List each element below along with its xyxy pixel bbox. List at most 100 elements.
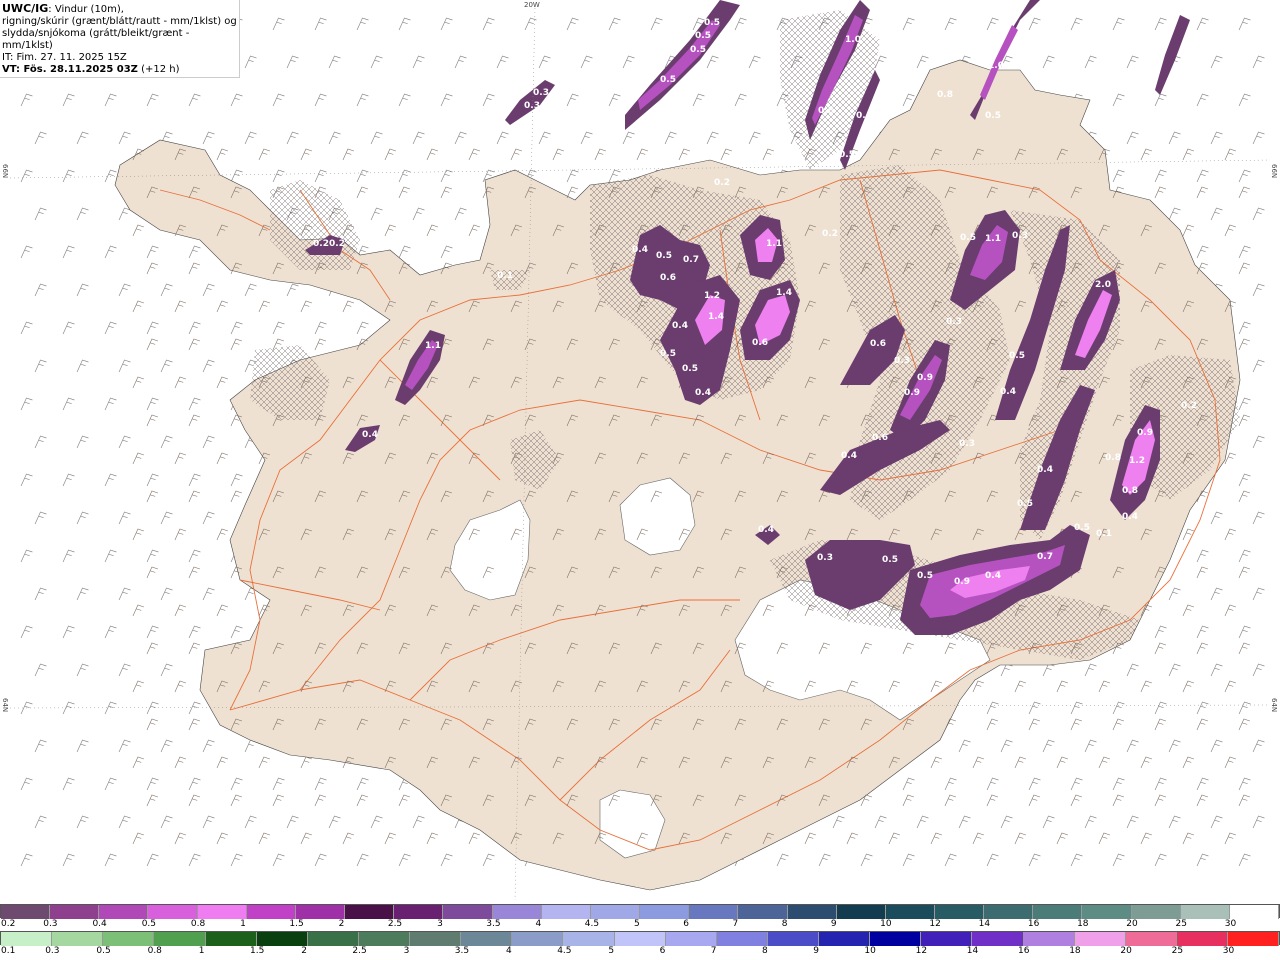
precip-label: 0.1 [497, 271, 513, 281]
legend-swatch [197, 905, 247, 919]
legend-label: 1 [240, 919, 246, 929]
precip-label: 0.3 [959, 439, 975, 449]
precip-label: 0.5 [1172, 71, 1188, 81]
precip-label: 0.5 [960, 233, 976, 243]
legend-label: 4 [535, 919, 542, 929]
precip-label: 0.3 [533, 88, 549, 98]
legend-label: 8 [762, 946, 768, 956]
precip-label: 0.4 [362, 430, 378, 440]
legend-label: 2.5 [387, 919, 403, 929]
legend-label: 0.1 [1, 946, 16, 956]
legend-label: 1.5 [289, 919, 304, 929]
legend-label: 7 [732, 919, 739, 929]
precip-label: 0.2 [329, 239, 345, 249]
legend-label: 12 [929, 919, 941, 929]
legend-label: 10 [880, 919, 892, 929]
precip-label: 0.6 [660, 273, 676, 283]
precip-label: 1.4 [708, 312, 724, 322]
legend-swatch [512, 932, 564, 946]
info-line1: : Vindur (10m), [48, 4, 124, 15]
legend-label: 7 [710, 946, 717, 956]
precip-label: 0.2 [714, 178, 730, 188]
legend-label: 0.3 [43, 919, 58, 929]
legend-label: 0.5 [141, 919, 157, 929]
precip-label: 0.5 [917, 571, 933, 581]
legend-swatch [345, 905, 395, 919]
precip-label: 0.5 [1074, 523, 1090, 533]
precip-label: 0.4 [695, 388, 711, 398]
legend-label: 30 [1224, 919, 1237, 929]
precip-label: 0.3 [1012, 231, 1028, 241]
precip-label: 0.4 [856, 111, 872, 121]
legend-swatch [307, 932, 359, 946]
legend-label: 2.5 [352, 946, 367, 956]
precip-label: 0.4 [841, 451, 857, 461]
precip-label: 0.7 [1037, 552, 1053, 562]
model-code: UWC/IG [2, 2, 49, 15]
legend-swatch [1, 932, 53, 946]
precip-label: 0.5 [690, 45, 706, 55]
precip-label: 1.4 [776, 288, 792, 298]
precip-label: 0.4 [758, 525, 774, 535]
precip-label: 0.7 [683, 255, 699, 265]
precip-label: 0.9 [954, 577, 970, 587]
legend-label: 10 [864, 946, 876, 956]
legend-swatch [984, 905, 1034, 919]
legend-swatch [1033, 905, 1083, 919]
precip-label: 0.9 [1137, 428, 1153, 438]
legend-label: 5 [608, 946, 615, 956]
legend-swatch [99, 905, 149, 919]
legend-label: 0.8 [147, 946, 162, 956]
legend-swatch [767, 932, 819, 946]
legend-swatch [256, 932, 308, 946]
lon-label-top: 20W [524, 1, 540, 9]
precip-label: 0.5 [682, 364, 698, 374]
lat-label-left-upper: 66N [1, 164, 9, 179]
precip-label: 0.4 [1000, 387, 1016, 397]
legend-swatch [819, 932, 871, 946]
precip-label: 0.3 [946, 317, 962, 327]
legend-label: 2 [301, 946, 307, 956]
precip-label: 0.4 [882, 18, 898, 28]
legend-swatch [1125, 932, 1177, 946]
legend-label: 25 [1171, 946, 1184, 956]
legend-swatch [934, 905, 985, 919]
legend-swatch [50, 905, 100, 919]
legend-swatch [154, 932, 206, 946]
snow-legend-labels: 0.2 0.3 0.4 0.5 0.8 1 1.5 2 2.5 3 3.5 4 4.5 5 6 7 8 9 10 12… [0, 919, 1280, 931]
legend-label: 3.5 [486, 919, 501, 929]
precip-label: 0.8 [1105, 453, 1121, 463]
legend-label: 18 [1077, 919, 1089, 929]
info-line2: rigning/skúrir (grænt/blátt/rautt - mm/1… [2, 16, 237, 27]
valid-time: VT: Fös. 28.11.2025 03Z [2, 64, 138, 75]
legend-label: 6 [659, 946, 666, 956]
legend-swatch [921, 932, 973, 946]
precip-label: 0.1 [1096, 529, 1112, 539]
legend-swatch [787, 905, 837, 919]
legend-swatch [246, 905, 296, 919]
precip-label: 0.8 [818, 106, 834, 116]
legend-swatch [972, 932, 1024, 946]
precip-label: 2.0 [1095, 280, 1111, 290]
legend-swatch [665, 932, 717, 946]
legend-swatch [443, 905, 493, 919]
legend-swatch [563, 932, 615, 946]
legend-label: 16 [1027, 919, 1040, 929]
legend-swatch [1023, 932, 1075, 946]
precip-label: 0.8 [937, 90, 953, 100]
legend-swatch [1131, 905, 1181, 919]
precip-label: 0.5 [1009, 351, 1025, 361]
precip-label: 1.1 [985, 234, 1001, 244]
legend-label: 8 [781, 919, 788, 929]
legend-label: 3 [403, 946, 410, 956]
legend-swatch [295, 905, 346, 919]
legend-swatch [1074, 932, 1126, 946]
legend-swatch [1082, 905, 1132, 919]
precip-label: 0.9 [904, 388, 920, 398]
legend-label: 3.5 [454, 946, 470, 956]
legend-label: 18 [1069, 946, 1081, 956]
legend-label: 4.5 [557, 946, 572, 956]
legend-swatch [1228, 932, 1280, 946]
init-time: IT: Fim. 27. 11. 2025 15Z [2, 52, 127, 63]
precip-label: 1.1 [425, 341, 441, 351]
